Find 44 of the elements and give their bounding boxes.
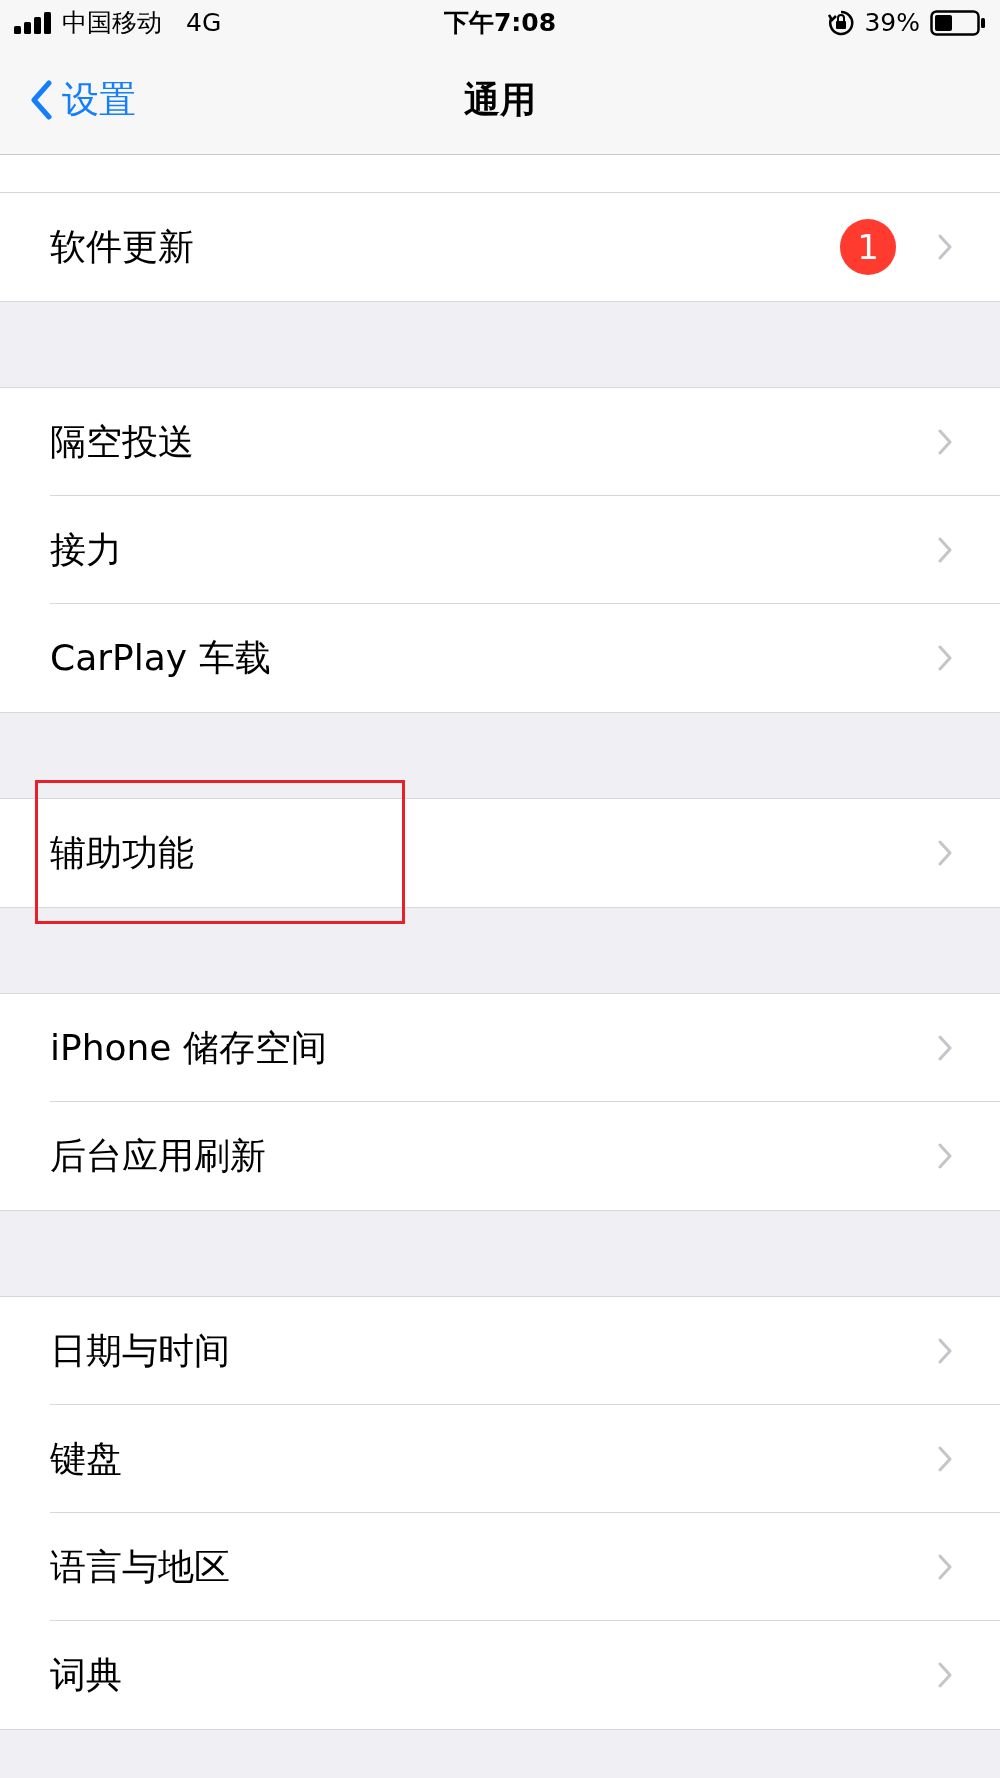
settings-row[interactable]: 接力 [0, 496, 1000, 604]
settings-row[interactable]: iPhone 储存空间 [0, 994, 1000, 1102]
settings-row[interactable]: 词典 [0, 1621, 1000, 1729]
chevron-icon [938, 1554, 952, 1580]
row-label: 接力 [50, 528, 123, 572]
row-label: 隔空投送 [50, 420, 195, 464]
row-label: 辅助功能 [50, 831, 195, 875]
notification-badge: 1 [840, 219, 896, 275]
settings-row[interactable]: 键盘 [0, 1405, 1000, 1513]
back-chevron-icon [30, 79, 52, 120]
settings-row[interactable]: 辅助功能 [0, 799, 1000, 907]
settings-row[interactable]: 隔空投送 [0, 388, 1000, 496]
row-label: 语言与地区 [50, 1545, 231, 1589]
chevron-icon [938, 429, 952, 455]
chevron-icon [938, 1338, 952, 1364]
row-label: 日期与时间 [50, 1329, 231, 1373]
chevron-icon [938, 645, 952, 671]
battery-icon [930, 9, 986, 36]
settings-row[interactable]: 后台应用刷新 [0, 1102, 1000, 1210]
row-label: 软件更新 [50, 225, 195, 269]
chevron-icon [938, 1662, 952, 1688]
chevron-icon [938, 1035, 952, 1061]
chevron-icon [938, 537, 952, 563]
carrier-name: 中国移动 [62, 6, 162, 39]
row-label: 词典 [50, 1653, 123, 1697]
row-label: 后台应用刷新 [50, 1134, 267, 1178]
chevron-icon [938, 1446, 952, 1472]
settings-row[interactable]: 语言与地区 [0, 1513, 1000, 1621]
chevron-icon [938, 234, 952, 260]
battery-percent: 39% [864, 6, 920, 39]
chevron-icon [938, 840, 952, 866]
signal-icon [14, 11, 52, 34]
settings-row[interactable]: 软件更新 1 [0, 193, 1000, 301]
settings-row[interactable]: 日期与时间 [0, 1297, 1000, 1405]
row-label: iPhone 储存空间 [50, 1026, 328, 1070]
page-title: 通用 [464, 77, 536, 122]
chevron-icon [938, 1143, 952, 1169]
back-button[interactable]: 设置 [0, 71, 136, 128]
settings-row[interactable]: CarPlay 车载 [0, 604, 1000, 712]
row-label: 键盘 [50, 1437, 123, 1481]
rotation-lock-icon [828, 9, 855, 36]
network-type: 4G [186, 6, 222, 39]
row-label: CarPlay 车载 [50, 636, 272, 680]
status-time: 下午7:08 [443, 6, 557, 39]
